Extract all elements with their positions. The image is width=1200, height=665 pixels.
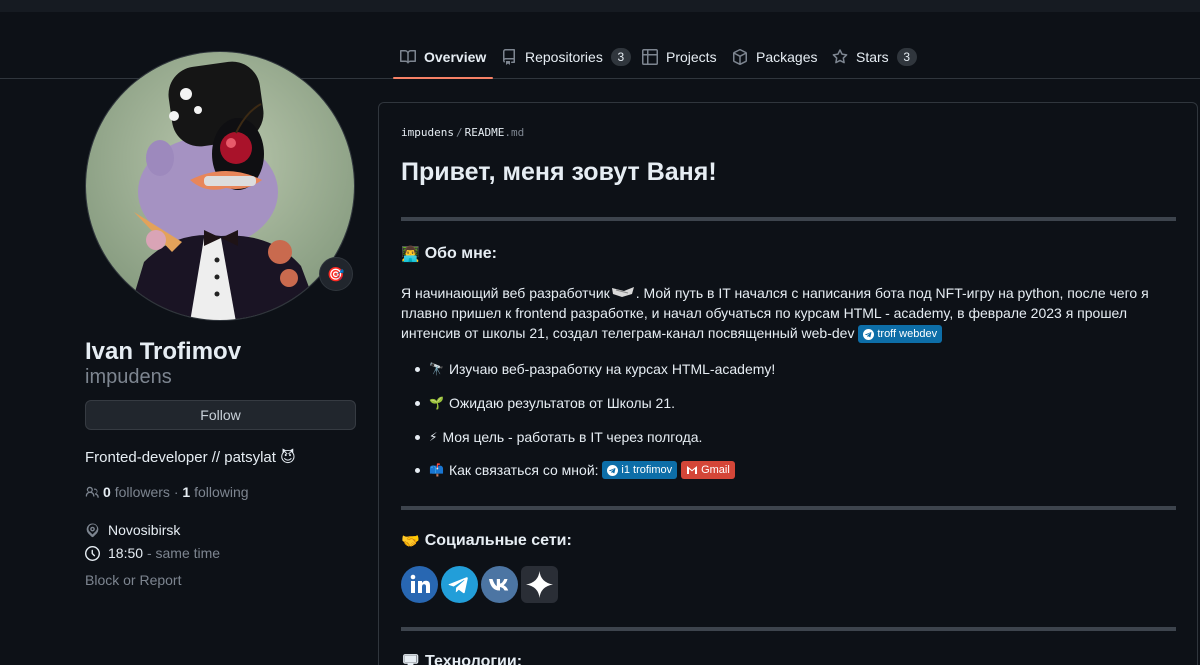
star-icon bbox=[832, 49, 848, 64]
bullet bbox=[415, 434, 420, 440]
vk-icon bbox=[481, 566, 518, 603]
tab-label: Projects bbox=[666, 49, 717, 65]
waving-hand-icon bbox=[611, 287, 634, 297]
bullet bbox=[415, 366, 420, 372]
block-report-link[interactable]: Block or Report bbox=[85, 572, 181, 588]
time-note: - same time bbox=[146, 545, 221, 561]
list-item: 🌱 Ожидаю результатов от Школы 21. bbox=[415, 395, 675, 411]
follow-button[interactable]: Follow bbox=[85, 400, 356, 430]
list-item-text: Моя цель - работать в IT через полгода. bbox=[442, 429, 703, 445]
top-header bbox=[0, 0, 1200, 12]
badge-label: i1 trofimov bbox=[621, 464, 673, 476]
readme-path-file[interactable]: README bbox=[465, 126, 505, 139]
handshake-icon: 🤝 bbox=[401, 533, 420, 550]
tech-heading: 🖥 Технологии: bbox=[401, 653, 522, 665]
gmail-icon bbox=[687, 466, 698, 474]
linkedin-icon bbox=[401, 566, 438, 603]
following-link[interactable]: 1 following bbox=[182, 484, 248, 500]
desktop-icon: 🖥 bbox=[401, 654, 421, 665]
profile-username: impudens bbox=[85, 366, 172, 388]
tab-label: Overview bbox=[424, 49, 487, 65]
readme-card: impudens / README.md Привет, меня зовут Ва… bbox=[378, 102, 1198, 665]
divider bbox=[401, 217, 1176, 221]
about-heading: 👨‍💻 Обо мне: bbox=[401, 245, 497, 263]
readme-title: Привет, меня зовут Ваня! bbox=[401, 158, 717, 186]
tab-label: Packages bbox=[756, 49, 818, 65]
readme-path-user[interactable]: impudens bbox=[401, 126, 454, 139]
bullet bbox=[415, 400, 420, 406]
tab-projects[interactable]: Projects bbox=[642, 48, 717, 79]
telegram-link[interactable] bbox=[441, 566, 478, 603]
following-label: following bbox=[194, 484, 249, 500]
tab-label: Repositories bbox=[525, 49, 603, 65]
gmail-badge[interactable]: Gmail bbox=[681, 461, 735, 479]
tab-stars[interactable]: Stars 3 bbox=[832, 48, 917, 79]
location-icon bbox=[86, 523, 99, 537]
profile-location: Novosibirsk bbox=[85, 522, 180, 538]
social-heading: 🤝 Социальные сети: bbox=[401, 532, 572, 550]
sparkle-link[interactable] bbox=[521, 566, 558, 603]
telescope-icon: 🔭 bbox=[429, 362, 444, 376]
linkedin-link[interactable] bbox=[401, 566, 438, 603]
telegram-icon bbox=[441, 566, 478, 603]
counter-badge: 3 bbox=[610, 48, 631, 66]
counter-badge: 3 bbox=[896, 48, 917, 66]
divider bbox=[401, 506, 1176, 510]
location-text: Novosibirsk bbox=[108, 522, 181, 538]
separator-dot: · bbox=[169, 484, 183, 500]
list-item: 🔭 Изучаю веб-разработку на курсах HTML-ac… bbox=[415, 361, 775, 377]
lightning-icon: ⚡ bbox=[429, 430, 438, 444]
readme-path: impudens / README.md bbox=[401, 126, 524, 139]
follow-stats: 0 followers · 1 following bbox=[85, 484, 249, 500]
package-icon bbox=[733, 49, 747, 65]
followers-count: 0 bbox=[103, 484, 111, 500]
list-item-text: Как связаться со мной: bbox=[448, 462, 599, 478]
list-item-text: Изучаю веб-разработку на курсах HTML-aca… bbox=[448, 361, 776, 377]
badge-label: troff webdev bbox=[877, 328, 938, 341]
list-item: ⚡ Моя цель - работать в IT через полгода. bbox=[415, 429, 702, 445]
tab-label: Stars bbox=[856, 49, 889, 65]
divider bbox=[401, 627, 1176, 631]
tab-repositories[interactable]: Repositories 3 bbox=[501, 48, 631, 79]
telegram-channel-badge[interactable]: troff webdev bbox=[858, 325, 943, 344]
people-icon bbox=[85, 486, 99, 498]
clock-icon bbox=[85, 545, 100, 561]
avatar-illustration bbox=[86, 52, 354, 320]
vk-link[interactable] bbox=[481, 566, 518, 603]
table-icon bbox=[642, 49, 658, 65]
tab-overview[interactable]: Overview bbox=[392, 48, 494, 79]
technologist-icon: 👨‍💻 bbox=[401, 246, 420, 263]
readme-path-extension: .md bbox=[504, 126, 525, 139]
social-heading-text: Социальные сети: bbox=[424, 532, 572, 549]
avatar[interactable] bbox=[85, 51, 355, 321]
followers-label: followers bbox=[114, 484, 170, 500]
repo-icon bbox=[503, 49, 515, 65]
intro-text-start: Я начинающий веб разработчик bbox=[401, 285, 610, 301]
badge-label: Gmail bbox=[701, 464, 730, 476]
about-heading-text: Обо мне: bbox=[424, 245, 497, 262]
tab-packages[interactable]: Packages bbox=[732, 48, 817, 79]
telegram-icon bbox=[863, 328, 875, 340]
seedling-icon: 🌱 bbox=[429, 396, 444, 410]
profile-fullname: Ivan Trofimov bbox=[85, 338, 242, 365]
following-count: 1 bbox=[182, 484, 191, 500]
target-icon: 🎯 bbox=[327, 265, 345, 282]
book-icon bbox=[400, 49, 416, 64]
mailbox-icon: 📫 bbox=[429, 463, 444, 477]
bullet bbox=[415, 467, 420, 473]
profile-bio: Fronted-developer // patsylat 😈 bbox=[85, 449, 296, 466]
time-text: 18:50 bbox=[108, 545, 144, 561]
telegram-contact-badge[interactable]: i1 trofimov bbox=[602, 461, 678, 479]
readme-path-separator: / bbox=[455, 126, 463, 139]
telegram-icon bbox=[607, 464, 619, 476]
about-paragraph: Я начинающий веб разработчик. Мой путь в… bbox=[401, 283, 1181, 344]
list-item: 📫 Как связаться со мной: i1 trofimov Gmai… bbox=[415, 461, 735, 479]
list-item-text: Ожидаю результатов от Школы 21. bbox=[448, 395, 676, 411]
sparkle-icon bbox=[521, 566, 558, 603]
tech-heading-text: Технологии: bbox=[425, 653, 523, 665]
followers-link[interactable]: 0 followers bbox=[103, 484, 170, 500]
status-button[interactable]: 🎯 bbox=[319, 257, 353, 291]
profile-localtime: 18:50 - same time bbox=[85, 545, 220, 561]
